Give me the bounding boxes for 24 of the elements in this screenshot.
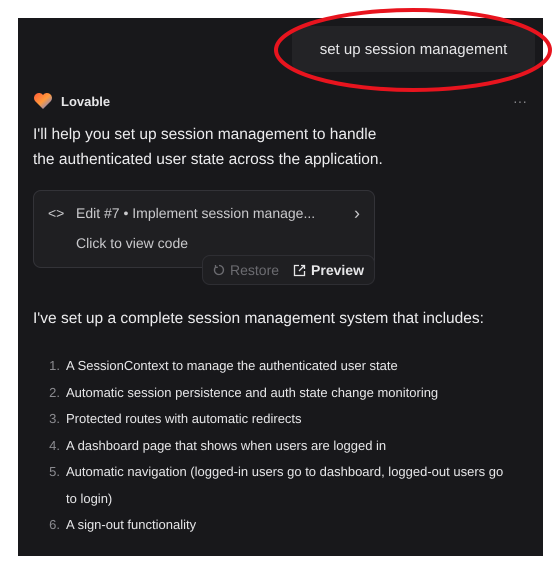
list-number: 5. [48,463,60,481]
summary-paragraph: I've set up a complete session management system that includes: [33,309,485,329]
intro-paragraph: I'll help you set up session management to handle the authenticated user state across the application. [33,125,383,170]
list-item-text: A sign-out functionality [66,516,196,534]
edit-subtitle: Click to view code [76,235,188,251]
user-message: set up session management [292,26,535,72]
list-number: 3. [48,410,60,428]
code-icon: <> [48,205,68,221]
heart-logo-icon [33,92,53,110]
list-item-text: Protected routes with automatic redirects [66,410,302,428]
list-number: 6. [48,516,60,534]
list-item-text: A dashboard page that shows when users are logged in [66,436,386,455]
list-number: 1. [48,357,60,375]
more-button[interactable]: ··· [513,93,527,109]
list-item-text: Automatic navigation (logged-in users go to dashboard, logged-out users go to login) [66,463,504,508]
edit-title: Edit #7 • Implement session manage... [76,205,316,221]
assistant-name: Lovable [61,94,112,108]
list-item-text: Automatic session persistence and auth state change monitoring [66,384,438,402]
list-number: 2. [48,384,60,402]
list-item-text: A SessionContext to manage the authenticated user state [66,357,398,375]
list-number: 4. [48,436,60,454]
chevron-icon: › [354,206,360,220]
restore-icon [213,264,225,276]
external-link-icon [293,264,306,276]
